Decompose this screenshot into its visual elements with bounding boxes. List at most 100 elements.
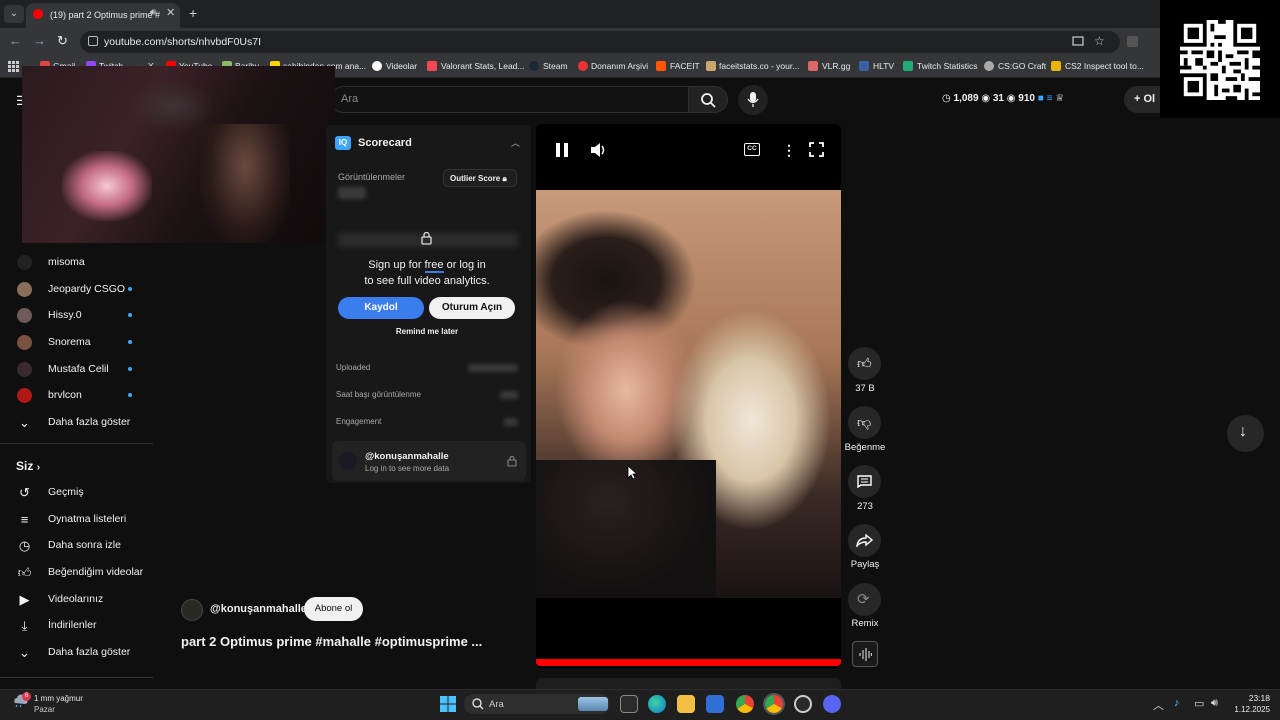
sidebar-divider — [0, 677, 153, 678]
show-more-you[interactable]: Daha fazla göster — [48, 646, 130, 658]
channel-handle[interactable]: @konuşanmahalle — [210, 603, 307, 615]
tab-search-button[interactable]: ⌄ — [4, 5, 24, 23]
bookmark-faceitstats[interactable]: faceitstats.co - your... — [719, 61, 799, 71]
microphone-tray-icon[interactable]: ♪ — [1174, 697, 1180, 709]
scorecard-title: Scorecard — [358, 137, 412, 149]
bookmark-vlr[interactable]: VLR.gg — [822, 61, 850, 71]
channel-avatar — [17, 362, 32, 377]
sidebar-item-playlists[interactable]: Oynatma listeleri — [48, 513, 126, 525]
bookmark-faceit[interactable]: FACEIT — [670, 61, 700, 71]
sidebar-item-your-videos[interactable]: Videolarınız — [48, 593, 103, 605]
discord-icon[interactable] — [823, 695, 841, 713]
show-more-subscriptions[interactable]: Daha fazla göster — [48, 416, 130, 428]
remix-button[interactable]: ⟳ — [848, 583, 881, 616]
remind-later-link[interactable]: Remind me later — [338, 327, 516, 336]
windows-start-icon[interactable] — [440, 696, 456, 712]
sidebar-item-watch-later[interactable]: Daha sonra izle — [48, 539, 121, 551]
new-tab-icon[interactable]: + — [189, 5, 197, 21]
file-explorer-icon[interactable] — [677, 695, 695, 713]
sidebar-channel-hissy[interactable]: Hissy.0 — [48, 309, 82, 321]
speaker-tray-icon[interactable]: 🔊︎ — [1211, 697, 1218, 710]
sidebar-item-history[interactable]: Geçmiş — [48, 486, 84, 498]
video-title[interactable]: part 2 Optimus prime #mahalle #optimuspr… — [181, 634, 482, 649]
sidebar-item-downloads[interactable]: İndirilenler — [48, 619, 96, 631]
weather-condition[interactable]: 1 mm yağmur — [34, 694, 83, 703]
watch-later-icon: ◷ — [18, 538, 31, 553]
collapse-chevron-icon[interactable]: ︿ — [511, 136, 520, 149]
share-button[interactable] — [848, 524, 881, 557]
live-indicator — [128, 313, 132, 317]
bookmark-hltv[interactable]: HLTV — [873, 61, 894, 71]
next-video-button[interactable]: ↓ — [1227, 415, 1264, 452]
back-icon[interactable]: ← — [9, 33, 22, 48]
mail-icon[interactable] — [706, 695, 724, 713]
bookmark-twitch-statistics[interactable]: Twitch Statistics — [917, 61, 977, 71]
sound-button[interactable] — [852, 641, 878, 667]
channel-avatar[interactable] — [181, 599, 203, 621]
chrome-icon[interactable] — [736, 695, 754, 713]
taskbar-date[interactable]: 1.12.2025 — [1228, 705, 1270, 714]
sidebar-channel-brvlcon[interactable]: brvlcon — [48, 389, 82, 401]
tab-audio-icon[interactable]: 🔊︎ — [150, 7, 156, 18]
task-view-icon[interactable] — [620, 695, 638, 713]
captions-icon[interactable]: CC — [744, 143, 760, 156]
chrome-active-icon[interactable] — [763, 693, 785, 715]
apps-grid-icon[interactable] — [8, 61, 19, 72]
cast-icon[interactable] — [1072, 36, 1084, 47]
pause-icon[interactable] — [556, 143, 568, 157]
forward-icon[interactable]: → — [33, 33, 46, 48]
sidebar-channel-misoma[interactable]: misoma — [48, 256, 85, 268]
volume-icon[interactable] — [590, 142, 606, 158]
mouse-cursor-icon — [627, 465, 637, 480]
outlier-score-badge[interactable]: Outlier Score 🔒︎ — [443, 169, 517, 187]
sidebar-channel-snorema[interactable]: Snorema — [48, 336, 91, 348]
more-options-icon[interactable]: ⋮ — [782, 142, 796, 158]
sidebar-item-liked[interactable]: Beğendiğim videolar — [48, 566, 143, 578]
login-button[interactable]: Oturum Açın — [429, 297, 515, 319]
bookmark-cs2-inspect[interactable]: CS2 Inspect tool to... — [1065, 61, 1144, 71]
search-button[interactable] — [688, 86, 728, 113]
fullscreen-icon[interactable] — [809, 142, 824, 157]
bookmark-valorant[interactable]: Valorant Stats, Lead... — [441, 61, 524, 71]
site-info-icon[interactable] — [88, 36, 98, 46]
video-frame-detail — [536, 460, 716, 598]
voice-search-button[interactable] — [738, 85, 768, 115]
search-input[interactable] — [330, 86, 688, 113]
tab-active[interactable]: (19) part 2 Optimus prime # — [26, 3, 180, 28]
search-icon — [472, 698, 484, 710]
bookmark-steam[interactable]: Steam — [543, 61, 568, 71]
extension-stats-bar[interactable]: ◷ 1,089 ◉ 31 ◉ 910 ■ ≡ ♕ — [942, 93, 1064, 104]
tray-overflow-icon[interactable]: ︿ — [1153, 697, 1164, 713]
bookmark-videolar[interactable]: Videolar — [386, 61, 417, 71]
sidebar-channel-mustafa[interactable]: Mustafa Celil — [48, 363, 109, 375]
vidiq-logo-icon: IQ — [335, 136, 351, 150]
bookmark-star-icon[interactable]: ☆ — [1094, 34, 1105, 48]
progress-bar[interactable] — [536, 659, 841, 666]
chevron-down-icon: ⌄ — [19, 645, 30, 660]
display-tray-icon[interactable]: ▭ — [1194, 697, 1204, 710]
tab-close-icon[interactable]: ✕ — [166, 6, 175, 19]
comments-button[interactable] — [848, 465, 881, 498]
you-section-header[interactable]: Siz › — [16, 459, 40, 473]
stat-a: 31 — [992, 93, 1004, 104]
subscribe-button[interactable]: Abone ol — [304, 597, 363, 621]
signup-button[interactable]: Kaydol — [338, 297, 424, 319]
steam-taskbar-icon[interactable] — [794, 695, 812, 713]
bookmark-csgo-craft[interactable]: CS:GO Craft — [998, 61, 1046, 71]
comment-icon — [857, 475, 872, 488]
blurred-value — [500, 391, 518, 399]
like-button[interactable]: 👍︎ — [848, 347, 881, 380]
reload-icon[interactable]: ↻ — [57, 33, 68, 49]
sidebar-divider — [0, 443, 153, 444]
url-text[interactable]: youtube.com/shorts/nhvbdF0Us7I — [104, 36, 261, 48]
valorant-icon — [427, 61, 437, 71]
extension-icon[interactable] — [1127, 36, 1138, 47]
taskbar-time[interactable]: 23:18 — [1246, 693, 1270, 703]
signup-free-link[interactable]: free — [424, 259, 444, 273]
liked-videos-icon: 👍︎ — [17, 565, 32, 580]
edge-icon[interactable] — [648, 695, 666, 713]
dislike-button[interactable]: 👎︎ — [848, 406, 881, 439]
dislike-label: Beğenme — [844, 442, 886, 453]
sidebar-channel-jeopardy[interactable]: Jeopardy CSGO — [48, 283, 125, 295]
bookmark-donanim[interactable]: Donanım Arşivi — [591, 61, 648, 71]
